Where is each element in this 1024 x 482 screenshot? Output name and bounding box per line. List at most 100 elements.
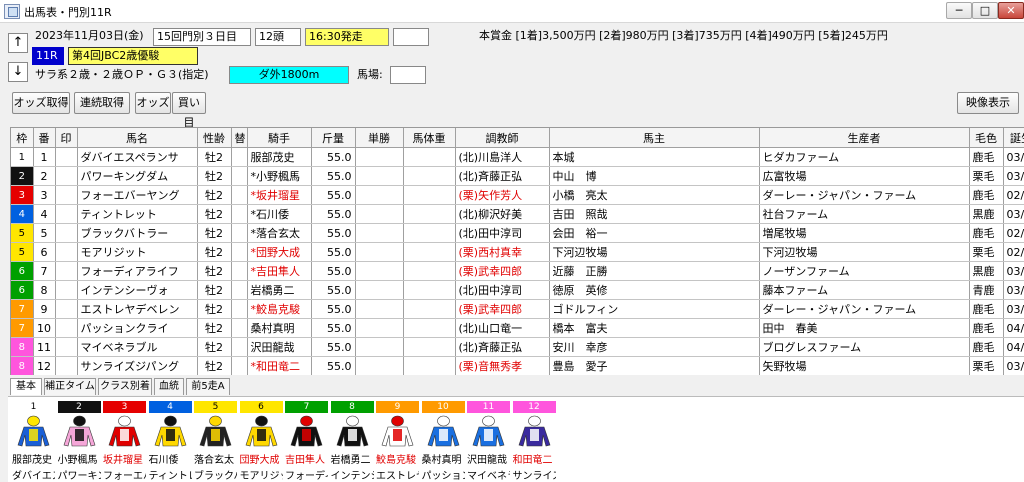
breeder-name: ブログレスファーム bbox=[759, 337, 970, 357]
tab-last5-a[interactable]: 前5走A bbox=[186, 378, 230, 395]
silk-card[interactable]: 7 吉田隼人フォーディア bbox=[285, 401, 328, 482]
silk-card[interactable]: 3 坂井瑠星フォーエバー bbox=[103, 401, 146, 482]
win-odds bbox=[355, 280, 404, 300]
video-button[interactable]: 映像表示 bbox=[957, 92, 1019, 114]
table-row[interactable]: 5 5 ブラックバトラー 牡2 *落合玄太 55.0 (北)田中淳司 会田 裕一 増尾牧場 鹿毛 0… bbox=[11, 223, 1024, 243]
coat-color: 鹿毛 bbox=[969, 337, 1004, 357]
col-sex-age[interactable]: 性齢 bbox=[197, 128, 232, 148]
jockey-name: *坂井瑠星 bbox=[247, 185, 312, 205]
col-owner[interactable]: 馬主 bbox=[549, 128, 760, 148]
horse-number: 11 bbox=[33, 337, 56, 357]
mark-cell bbox=[55, 242, 78, 262]
table-row[interactable]: 2 2 パワーキングダム 牡2 *小野楓馬 55.0 (北)斉藤正弘 中山 博広富牧場 栗毛 03… bbox=[11, 166, 1024, 186]
race-start-time: 16:30発走 bbox=[305, 28, 389, 46]
coat-color: 鹿毛 bbox=[969, 318, 1004, 338]
weight-carried: 55.0 bbox=[311, 261, 356, 281]
waku-cell: 2 bbox=[11, 166, 34, 186]
table-row[interactable]: 6 8 インテンシーヴォ 牡2 岩橋勇二 55.0 (北)田中淳司 徳原 英修 藤本ファーム 青鹿… bbox=[11, 280, 1024, 300]
col-coat-color[interactable]: 毛色 bbox=[969, 128, 1004, 148]
table-row[interactable]: 8 12 サンライズジパング 牡2 *和田竜二 55.0 (栗)音無秀孝 豊島 愛子 矢野牧場栗… bbox=[11, 356, 1024, 375]
horse-weight bbox=[403, 261, 456, 281]
silk-horse-name: パワーキング bbox=[57, 471, 101, 482]
odds-button[interactable]: オッズ bbox=[135, 92, 171, 114]
change-cell bbox=[231, 337, 248, 357]
minimize-button[interactable]: ─ bbox=[946, 2, 972, 19]
silk-card[interactable]: 9 鮫島克駿エストレヤデ bbox=[376, 401, 419, 482]
table-row[interactable]: 3 3 フォーエバーヤング 牡2 *坂井瑠星 55.0 (栗)矢作芳人 小橋 亮太 ダーレー・ジ… bbox=[11, 185, 1024, 205]
next-race-down-arrow-icon[interactable]: ↓ bbox=[8, 62, 28, 82]
tab-basic[interactable]: 基本 bbox=[10, 378, 42, 395]
prev-race-up-arrow-icon[interactable]: ↑ bbox=[8, 33, 28, 53]
silk-number: 12 bbox=[512, 401, 556, 413]
col-mark[interactable]: 印 bbox=[55, 128, 78, 148]
mark-cell bbox=[55, 261, 78, 281]
silk-number: 3 bbox=[103, 401, 146, 413]
coat-color: 栗毛 bbox=[969, 356, 1004, 375]
silk-card[interactable]: 4 石川倭ティントレッ bbox=[148, 401, 192, 482]
entry-grid[interactable]: 枠 番 印 馬名 性齢 替 騎手 斤量 単勝 馬体重 調教師 馬主 生産者 毛色… bbox=[10, 127, 1024, 375]
jockey-name: *吉田隼人 bbox=[247, 261, 312, 281]
jockey-silks-icon bbox=[154, 415, 186, 447]
horse-number: 1 bbox=[33, 147, 56, 167]
mark-cell bbox=[55, 204, 78, 224]
col-horse-weight[interactable]: 馬体重 bbox=[403, 128, 456, 148]
silk-card[interactable]: 2 小野楓馬パワーキング bbox=[57, 401, 101, 482]
table-row[interactable]: 1 1 ダバイエスペランサ 牡2 服部茂史 55.0 (北)川島洋人 本城 ヒダカファーム 鹿毛 0… bbox=[11, 147, 1024, 167]
col-trainer[interactable]: 調教師 bbox=[455, 128, 550, 148]
silk-card[interactable]: 5 落合玄太ブラックバト bbox=[194, 401, 237, 482]
horse-name: モアリジット bbox=[77, 242, 198, 262]
trainer-name: (栗)西村真幸 bbox=[455, 242, 550, 262]
jockey-name: 岩橋勇二 bbox=[247, 280, 312, 300]
tab-class-results[interactable]: クラス別着 bbox=[98, 378, 152, 395]
going-field[interactable] bbox=[390, 66, 426, 84]
maximize-button[interactable]: □ bbox=[972, 2, 998, 19]
tab-pedigree[interactable]: 血統 bbox=[154, 378, 184, 395]
col-win-odds[interactable]: 単勝 bbox=[355, 128, 404, 148]
table-row[interactable]: 7 10 パッションクライ 牡2 桑村真明 55.0 (北)山口竜一 橋本 富夫 田中 春美 鹿毛… bbox=[11, 318, 1024, 338]
waku-cell: 6 bbox=[11, 261, 34, 281]
win-odds bbox=[355, 166, 404, 186]
silk-card[interactable]: 10 桑村真明パッションク bbox=[421, 401, 465, 482]
col-ban[interactable]: 番 bbox=[33, 128, 56, 148]
horse-name: サンライズジパング bbox=[77, 356, 198, 375]
close-button[interactable]: ✕ bbox=[998, 2, 1024, 19]
col-birthday[interactable]: 誕生 bbox=[1003, 128, 1024, 148]
table-row[interactable]: 7 9 エストレヤデベレン 牡2 *鮫島克駿 55.0 (栗)武幸四郎 ゴドルフィン ダーレー・… bbox=[11, 299, 1024, 319]
silk-horse-name: マイベネラブ bbox=[467, 471, 510, 482]
silk-horse-name: フォーディア bbox=[285, 471, 328, 482]
mark-cell bbox=[55, 280, 78, 300]
col-breeder[interactable]: 生産者 bbox=[759, 128, 970, 148]
auto-fetch-button[interactable]: 連続取得 bbox=[74, 92, 130, 114]
trainer-name: (栗)武幸四郎 bbox=[455, 299, 550, 319]
col-jockey[interactable]: 騎手 bbox=[247, 128, 312, 148]
col-change[interactable]: 替 bbox=[231, 128, 248, 148]
silk-card[interactable]: 1 服部茂史ダバイエスペ bbox=[12, 401, 55, 482]
prize-money: 本賞金 [1着]3,500万円 [2着]980万円 [3着]735万円 [4着]… bbox=[479, 29, 888, 42]
change-cell bbox=[231, 299, 248, 319]
tab-corrected-time[interactable]: 補正タイム bbox=[44, 378, 96, 395]
change-cell bbox=[231, 185, 248, 205]
jockey-silks-icon bbox=[108, 415, 141, 447]
col-horse-name[interactable]: 馬名 bbox=[77, 128, 198, 148]
sex-age: 牡2 bbox=[197, 223, 232, 243]
buy-button[interactable]: 買い目 bbox=[172, 92, 206, 129]
trainer-name: (北)斉藤正弘 bbox=[455, 166, 550, 186]
waku-cell: 4 bbox=[11, 204, 34, 224]
silk-jockey-name: 小野楓馬 bbox=[57, 455, 98, 466]
silk-card[interactable]: 12 和田竜二サンライズジ bbox=[512, 401, 556, 482]
col-weight-carried[interactable]: 斤量 bbox=[311, 128, 356, 148]
odds-fetch-button[interactable]: オッズ取得 bbox=[12, 92, 70, 114]
silk-horse-name: ブラックバト bbox=[194, 471, 237, 482]
race-meeting: 15回門別３日目 bbox=[153, 28, 251, 46]
table-row[interactable]: 6 7 フォーディアライフ 牡2 *吉田隼人 55.0 (栗)武幸四郎 近藤 正勝 ノーザンファ… bbox=[11, 261, 1024, 281]
change-cell bbox=[231, 147, 248, 167]
silk-card[interactable]: 8 岩橋勇二インテンシー bbox=[330, 401, 374, 482]
silk-card[interactable]: 11 沢田龍哉マイベネラブ bbox=[467, 401, 510, 482]
silk-card[interactable]: 6 団野大成モアリジット bbox=[239, 401, 283, 482]
col-waku[interactable]: 枠 bbox=[11, 128, 34, 148]
horse-weight bbox=[403, 147, 456, 167]
table-row[interactable]: 5 6 モアリジット 牡2 *団野大成 55.0 (栗)西村真幸 下河辺牧場 下河辺牧場 栗毛 02… bbox=[11, 242, 1024, 262]
table-row[interactable]: 8 11 マイベネラブル 牡2 沢田龍哉 55.0 (北)斉藤正弘 安川 幸彦 ブログレスファー… bbox=[11, 337, 1024, 357]
table-row[interactable]: 4 4 ティントレット 牡2 *石川倭 55.0 (北)柳沢好美 吉田 照哉 社台ファーム 黒鹿 0… bbox=[11, 204, 1024, 224]
weight-carried: 55.0 bbox=[311, 185, 356, 205]
